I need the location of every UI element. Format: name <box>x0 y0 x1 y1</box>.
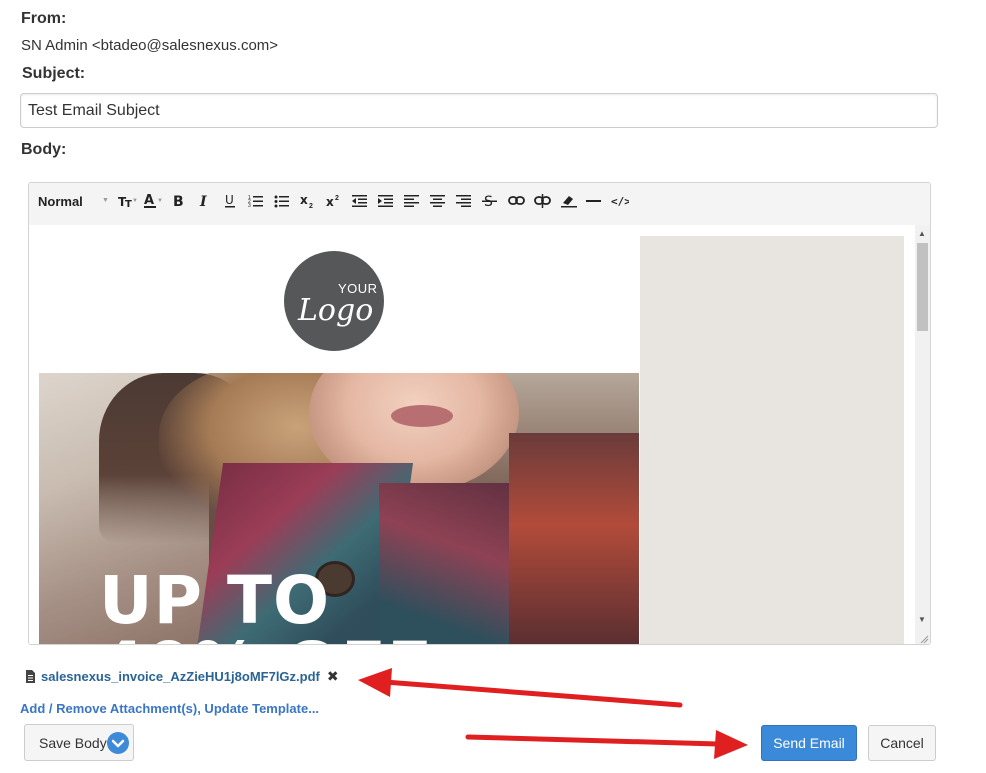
bold-icon[interactable]: B <box>170 191 186 211</box>
hero-jacket-right <box>509 433 639 644</box>
svg-text:U: U <box>225 193 234 207</box>
svg-text:A: A <box>144 193 154 208</box>
clear-format-icon[interactable] <box>560 191 578 211</box>
chevron-down-icon[interactable] <box>107 732 129 754</box>
unordered-list-icon[interactable] <box>274 191 290 211</box>
body-label: Body: <box>21 141 67 158</box>
arrow-to-attachment <box>358 668 683 708</box>
promo-text: UP TO 40% OFF <box>99 568 433 645</box>
attachment-row: salesnexus_invoice_AzZieHU1j8oMF7lGz.pdf… <box>25 668 339 685</box>
from-value: SN Admin <btadeo@salesnexus.com> <box>21 37 279 54</box>
attachment-link[interactable]: salesnexus_invoice_AzZieHU1j8oMF7lGz.pdf <box>41 669 320 684</box>
font-style-select[interactable]: Normal ▼ <box>38 191 114 211</box>
superscript-icon[interactable]: x2 <box>326 191 342 211</box>
svg-text:B: B <box>173 194 184 208</box>
svg-text:</>: </> <box>611 195 629 207</box>
from-label: From: <box>21 10 67 27</box>
promo-line-2: 40% OFF <box>99 634 433 645</box>
scroll-thumb[interactable] <box>917 243 928 331</box>
svg-text:x: x <box>326 195 334 209</box>
subject-input[interactable] <box>20 93 938 128</box>
editor-scrollbar[interactable]: ▲ ▼ <box>915 225 930 644</box>
outdent-icon[interactable] <box>352 191 368 211</box>
svg-text:▼: ▼ <box>157 198 162 204</box>
underline-icon[interactable]: U <box>222 191 238 211</box>
indent-icon[interactable] <box>378 191 394 211</box>
svg-text:3: 3 <box>248 203 251 208</box>
caret-down-icon: ▼ <box>102 197 109 204</box>
editor-toolbar: Normal ▼ TT▼ A▼ B I U 123 x2 x2 S </> <box>29 183 930 226</box>
svg-text:x: x <box>300 193 308 207</box>
font-style-label: Normal <box>38 193 83 209</box>
arrow-to-send-button <box>465 730 748 759</box>
save-body-button[interactable]: Save Body <box>24 724 134 761</box>
italic-icon[interactable]: I <box>196 191 212 211</box>
logo-image: YOUR Logo <box>284 251 384 351</box>
subject-label: Subject: <box>22 65 86 82</box>
svg-text:2: 2 <box>309 203 313 209</box>
horizontal-rule-icon[interactable] <box>586 191 602 211</box>
hero-lips <box>391 405 453 427</box>
resize-grip-icon[interactable] <box>919 634 929 644</box>
font-size-icon[interactable]: TT▼ <box>117 191 137 211</box>
save-body-label: Save Body <box>39 734 107 751</box>
align-left-icon[interactable] <box>404 191 420 211</box>
svg-text:2: 2 <box>335 195 339 202</box>
svg-text:I: I <box>199 194 207 208</box>
file-icon <box>26 670 35 683</box>
align-center-icon[interactable] <box>430 191 446 211</box>
strikethrough-icon[interactable]: S <box>482 191 498 211</box>
align-right-icon[interactable] <box>456 191 472 211</box>
ordered-list-icon[interactable]: 123 <box>248 191 264 211</box>
subscript-icon[interactable]: x2 <box>300 191 316 211</box>
editor-content[interactable]: YOUR Logo UP TO 40% OFF <box>29 225 915 645</box>
svg-text:▼: ▼ <box>132 198 137 204</box>
logo-logo-text: Logo <box>298 293 374 328</box>
template-side-panel <box>640 236 904 644</box>
link-icon[interactable] <box>508 191 526 211</box>
scroll-down-icon[interactable]: ▼ <box>918 615 926 624</box>
svg-text:T: T <box>125 199 132 209</box>
add-remove-attachments-link[interactable]: Add / Remove Attachment(s), Update Templ… <box>20 701 319 716</box>
promo-line-1: UP TO <box>99 562 331 639</box>
cancel-button[interactable]: Cancel <box>868 725 936 761</box>
unlink-icon[interactable] <box>534 191 552 211</box>
code-view-icon[interactable]: </> <box>611 191 629 211</box>
rich-text-editor: Normal ▼ TT▼ A▼ B I U 123 x2 x2 S </> YO… <box>28 182 931 645</box>
font-color-icon[interactable]: A▼ <box>142 191 162 211</box>
close-x-icon[interactable]: ✖ <box>327 668 339 685</box>
hero-image: UP TO 40% OFF <box>39 373 639 645</box>
scroll-up-icon[interactable]: ▲ <box>918 229 926 238</box>
send-email-button[interactable]: Send Email <box>761 725 857 761</box>
